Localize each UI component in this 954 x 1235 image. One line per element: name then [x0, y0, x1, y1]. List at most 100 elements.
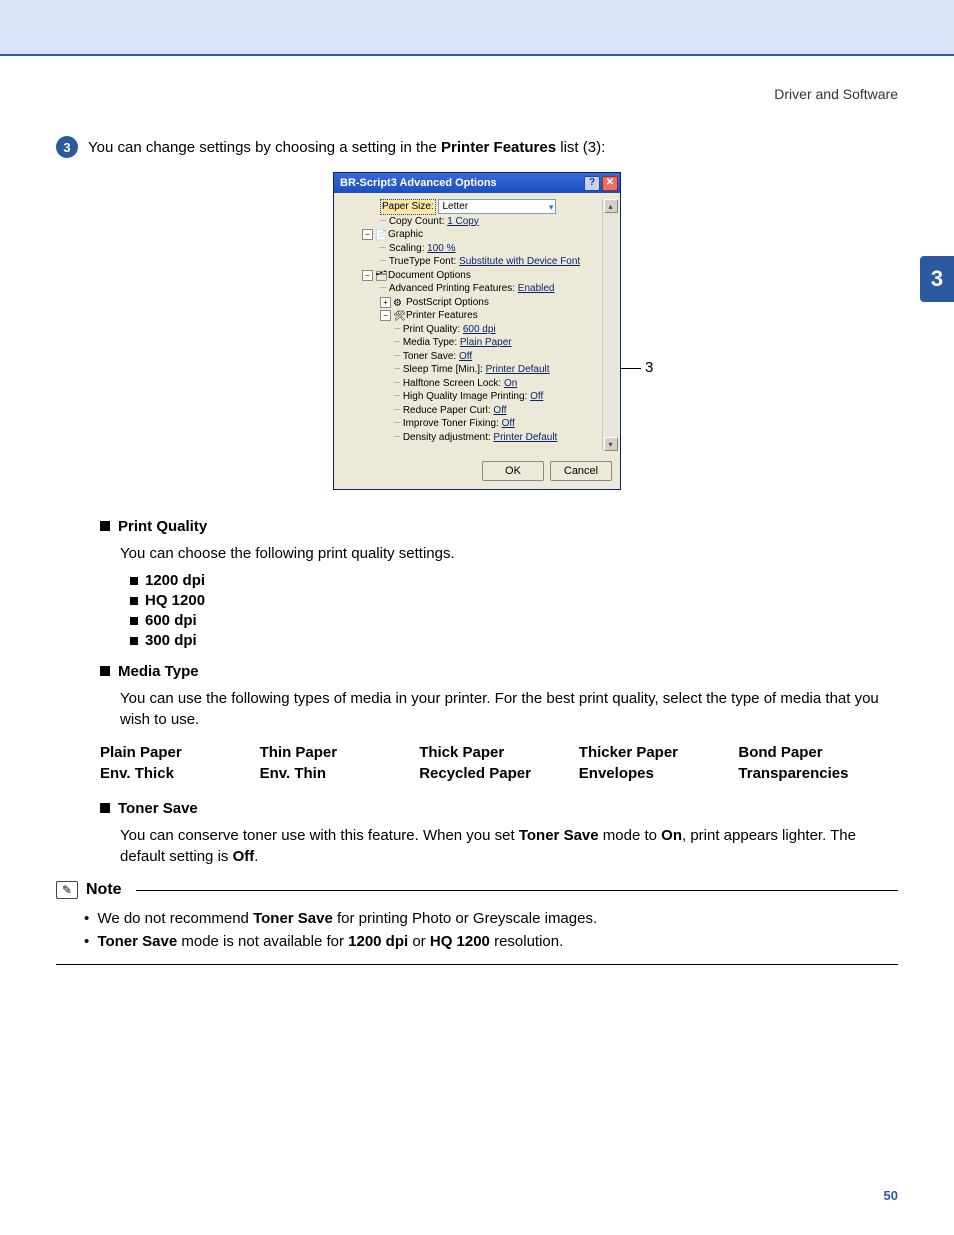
chapter-side-tab: 3	[920, 256, 954, 302]
scroll-down-icon[interactable]: ▾	[604, 437, 618, 451]
st-label: Sleep Time [Min.]:	[403, 363, 483, 377]
media-type-grid: Plain Paper Thin Paper Thick Paper Thick…	[100, 744, 898, 782]
note-bold: Toner Save	[97, 933, 177, 950]
graphic-icon: 📄	[375, 229, 386, 240]
square-bullet-icon	[100, 666, 110, 676]
graphic-node[interactable]: Graphic	[388, 228, 423, 242]
dialog-titlebar[interactable]: BR-Script3 Advanced Options ? ✕	[334, 173, 620, 193]
rp-value[interactable]: Off	[493, 404, 506, 418]
ttfont-value[interactable]: Substitute with Device Font	[459, 255, 580, 269]
print-quality-desc: You can choose the following print quali…	[120, 543, 898, 564]
callout-number: 3	[645, 359, 653, 376]
ts-bold: On	[661, 827, 682, 844]
ts-text: .	[254, 848, 258, 865]
ts-text: You can conserve toner use with this fea…	[120, 827, 519, 844]
pq-item-3: 300 dpi	[145, 632, 197, 649]
square-bullet-icon	[130, 597, 138, 605]
media-cell: Thick Paper	[419, 744, 579, 761]
chevron-down-icon[interactable]: ▾	[549, 201, 554, 213]
mt-value[interactable]: Plain Paper	[460, 336, 512, 350]
pq-item-2: 600 dpi	[145, 612, 197, 629]
postscript-icon: ⚙	[393, 297, 404, 308]
media-cell: Thin Paper	[260, 744, 420, 761]
options-tree[interactable]: Paper Size: Letter▾ ┈ Copy Count: 1 Copy…	[340, 199, 602, 451]
header-section-label: Driver and Software	[56, 86, 898, 102]
step-number-badge: 3	[56, 136, 78, 158]
copy-count-label: Copy Count:	[389, 215, 445, 229]
dialog-body: Paper Size: Letter▾ ┈ Copy Count: 1 Copy…	[334, 193, 620, 455]
toner-save-desc: You can conserve toner use with this fea…	[120, 825, 898, 867]
media-type-title: Media Type	[118, 663, 199, 680]
mt-label: Media Type:	[403, 336, 457, 350]
copy-count-value[interactable]: 1 Copy	[447, 215, 479, 229]
hs-label: Halftone Screen Lock:	[403, 377, 501, 391]
docopt-node[interactable]: Document Options	[388, 269, 471, 283]
psopt-node[interactable]: PostScript Options	[406, 296, 489, 310]
hq-value[interactable]: Off	[530, 390, 543, 404]
ts-label: Toner Save:	[403, 350, 456, 364]
cancel-button[interactable]: Cancel	[550, 461, 612, 481]
ts-value[interactable]: Off	[459, 350, 472, 364]
scroll-up-icon[interactable]: ▴	[604, 199, 618, 213]
media-cell: Thicker Paper	[579, 744, 739, 761]
scaling-label: Scaling:	[389, 242, 425, 256]
square-bullet-icon	[100, 803, 110, 813]
ts-bold: Off	[233, 848, 255, 865]
expand-icon[interactable]: +	[380, 297, 391, 308]
dialog-title: BR-Script3 Advanced Options	[340, 177, 497, 189]
callout-line	[621, 368, 641, 369]
collapse-icon[interactable]: −	[362, 270, 373, 281]
dialog-figure: BR-Script3 Advanced Options ? ✕ Paper Si…	[56, 172, 898, 490]
note-bold: HQ 1200	[430, 933, 490, 950]
st-value[interactable]: Printer Default	[486, 363, 550, 377]
collapse-icon[interactable]: −	[362, 229, 373, 240]
note-bold: 1200 dpi	[348, 933, 408, 950]
top-banner	[0, 0, 954, 54]
square-bullet-icon	[130, 577, 138, 585]
pq-value[interactable]: 600 dpi	[463, 323, 496, 337]
it-value[interactable]: Off	[502, 417, 515, 431]
da-label: Density adjustment:	[403, 431, 491, 445]
printer-features-node[interactable]: Printer Features	[406, 309, 478, 323]
square-bullet-icon	[130, 637, 138, 645]
hq-label: High Quality Image Printing:	[403, 390, 528, 404]
hs-value[interactable]: On	[504, 377, 517, 391]
paper-size-value: Letter	[442, 200, 468, 214]
ok-button[interactable]: OK	[482, 461, 544, 481]
it-label: Improve Toner Fixing:	[403, 417, 499, 431]
step-text-bold: Printer Features	[441, 139, 556, 156]
note-bold: Toner Save	[253, 910, 333, 927]
page-number: 50	[884, 1188, 898, 1203]
square-bullet-icon	[130, 617, 138, 625]
note-bottom-divider	[56, 964, 898, 965]
paper-size-label: Paper Size:	[380, 199, 436, 215]
media-type-desc: You can use the following types of media…	[120, 688, 898, 730]
da-value[interactable]: Printer Default	[493, 431, 557, 445]
ts-bold: Toner Save	[519, 827, 599, 844]
scaling-value[interactable]: 100 %	[427, 242, 455, 256]
paper-size-select[interactable]: Letter ▾	[438, 199, 556, 214]
page-content: Driver and Software 3 3 You can change s…	[0, 56, 954, 1221]
close-button[interactable]: ✕	[602, 176, 618, 191]
toner-save-title: Toner Save	[118, 800, 198, 817]
printer-features-icon: 🛠	[393, 310, 404, 321]
pq-item-1: HQ 1200	[145, 592, 205, 609]
step-row: 3 You can change settings by choosing a …	[56, 136, 898, 158]
help-button[interactable]: ?	[584, 176, 600, 191]
note-block: ✎ Note • We do not recommend Toner Save …	[56, 881, 898, 965]
advanced-options-dialog: BR-Script3 Advanced Options ? ✕ Paper Si…	[333, 172, 621, 490]
print-quality-title: Print Quality	[118, 518, 207, 535]
apf-label: Advanced Printing Features:	[389, 282, 515, 296]
collapse-icon[interactable]: −	[380, 310, 391, 321]
pq-label: Print Quality:	[403, 323, 460, 337]
document-options-icon: 🗂	[375, 270, 386, 281]
rp-label: Reduce Paper Curl:	[403, 404, 491, 418]
step-text: You can change settings by choosing a se…	[88, 139, 605, 156]
media-cell: Plain Paper	[100, 744, 260, 761]
media-cell: Transparencies	[738, 765, 898, 782]
media-cell: Bond Paper	[738, 744, 898, 761]
note-text: or	[408, 933, 430, 950]
apf-value[interactable]: Enabled	[518, 282, 555, 296]
tree-scrollbar[interactable]: ▴ ▾	[602, 199, 618, 451]
step-text-before: You can change settings by choosing a se…	[88, 139, 441, 156]
